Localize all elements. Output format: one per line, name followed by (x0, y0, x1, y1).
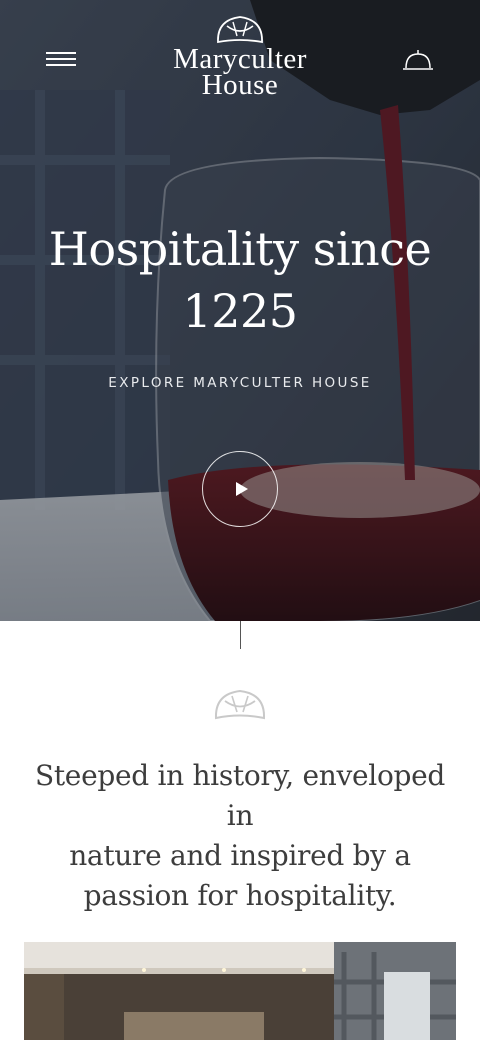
explore-link[interactable]: EXPLORE MARYCULTER HOUSE (40, 375, 440, 391)
bedroom-photo (24, 942, 456, 1040)
logo[interactable]: Maryculter House (160, 14, 320, 104)
logo-line2: House (201, 69, 279, 101)
hero-title-line1: Hospitality since (48, 222, 432, 276)
hamburger-icon[interactable] (46, 52, 76, 68)
hero-title: Hospitality since 1225 (20, 218, 460, 342)
hero-section: Maryculter House Hospitality since 1225 … (0, 0, 480, 621)
scroll-divider (240, 621, 241, 649)
service-bell-icon[interactable] (401, 46, 435, 74)
intro-line2: nature and inspired by a (69, 839, 411, 872)
play-icon (236, 482, 248, 496)
intro-line3: passion for hospitality. (83, 879, 397, 912)
intro-line1: Steeped in history, enveloped in (34, 759, 446, 832)
intro-text: Steeped in history, enveloped in nature … (20, 756, 460, 916)
hero-title-line2: 1225 (182, 284, 298, 338)
play-video-button[interactable] (202, 451, 278, 527)
helmet-mark-icon (214, 689, 266, 720)
logo-mark-icon (217, 16, 263, 44)
